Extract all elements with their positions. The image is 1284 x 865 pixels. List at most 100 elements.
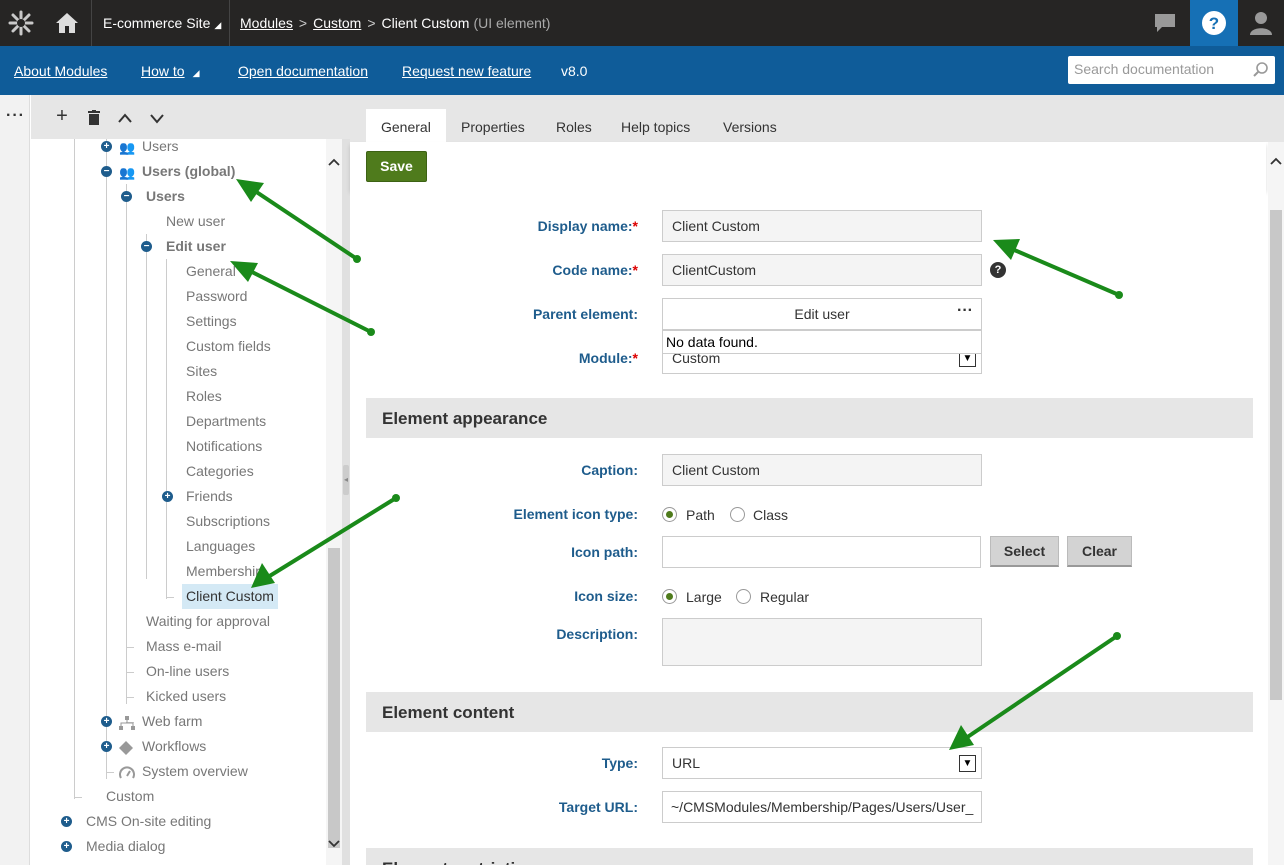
tree-node-roles[interactable]: Roles — [186, 384, 222, 409]
element-form: Display name:* Client Custom Code name:*… — [350, 190, 1266, 865]
caret-icon: ◢ — [214, 19, 222, 30]
save-button[interactable]: Save — [366, 151, 427, 182]
move-up-icon[interactable] — [114, 107, 136, 130]
expand-icon[interactable]: + — [162, 491, 173, 502]
tree-node-kicked-users[interactable]: Kicked users — [146, 684, 226, 709]
tree-node-sites[interactable]: Sites — [186, 359, 217, 384]
icon-type-class-label: Class — [753, 507, 789, 523]
tree-node-users[interactable]: Users — [142, 139, 179, 159]
parent-element-selector[interactable]: Edit user ··· — [662, 298, 982, 330]
tree-node-workflows[interactable]: Workflows — [142, 734, 206, 759]
code-name-label-text: Code name: — [552, 262, 633, 278]
tab-versions[interactable]: Versions — [708, 109, 792, 142]
more-options-icon[interactable]: ··· — [957, 302, 973, 320]
tree-node-online-users[interactable]: On-line users — [146, 659, 229, 684]
scroll-up-icon[interactable] — [326, 155, 342, 169]
breadcrumb-custom[interactable]: Custom — [313, 15, 361, 31]
how-to-link[interactable]: How to ◢ — [141, 63, 200, 79]
tree-node-friends[interactable]: Friends — [186, 484, 233, 509]
expand-icon[interactable]: + — [101, 141, 112, 152]
icon-type-class-radio[interactable] — [730, 507, 745, 522]
panel-splitter[interactable]: ◂ — [342, 139, 350, 865]
tree-node-custom-fields[interactable]: Custom fields — [186, 334, 271, 359]
breadcrumb-modules[interactable]: Modules — [240, 15, 293, 31]
expand-icon[interactable]: + — [61, 841, 72, 852]
tree-node-categories[interactable]: Categories — [186, 459, 254, 484]
tree-node-general[interactable]: General — [186, 259, 236, 284]
user-avatar-icon[interactable] — [1238, 0, 1284, 46]
home-icon[interactable] — [42, 0, 92, 46]
tree-node-languages[interactable]: Languages — [186, 534, 255, 559]
tree-node-subscriptions[interactable]: Subscriptions — [186, 509, 270, 534]
tree-node-notifications[interactable]: Notifications — [186, 434, 262, 459]
tree-node-membership[interactable]: Membership — [186, 559, 263, 584]
open-documentation-link[interactable]: Open documentation — [238, 63, 368, 79]
chat-icon[interactable] — [1142, 0, 1188, 46]
chevron-right-icon: > — [367, 15, 376, 31]
content-scroll-thumb[interactable] — [1270, 210, 1282, 700]
target-url-input[interactable]: ~/CMSModules/Membership/Pages/Users/User… — [662, 791, 982, 823]
move-down-icon[interactable] — [146, 107, 168, 130]
workflow-diamond-icon — [119, 734, 133, 759]
tree-node-edit-user[interactable]: Edit user — [166, 234, 226, 259]
chevron-down-icon[interactable]: ▼ — [959, 755, 976, 772]
type-select[interactable]: URL ▼ — [662, 747, 982, 779]
icon-path-input[interactable] — [662, 536, 981, 568]
site-selector[interactable]: E-commerce Site ◢ — [94, 0, 230, 46]
display-name-label-text: Display name: — [537, 218, 633, 234]
breadcrumb-type: (UI element) — [473, 15, 551, 31]
request-feature-link[interactable]: Request new feature — [402, 63, 531, 79]
content-scrollbar[interactable] — [1268, 142, 1284, 865]
icon-type-path-radio[interactable] — [662, 507, 677, 522]
help-icon[interactable]: ? — [1190, 0, 1238, 46]
expand-icon[interactable]: + — [101, 716, 112, 727]
delete-icon[interactable] — [83, 108, 105, 131]
tree-node-departments[interactable]: Departments — [186, 409, 266, 434]
code-name-input[interactable]: ClientCustom — [662, 254, 982, 286]
display-name-input[interactable]: Client Custom — [662, 210, 982, 242]
tree-node-settings[interactable]: Settings — [186, 309, 237, 334]
tree-node-mass-email[interactable]: Mass e-mail — [146, 634, 221, 659]
collapse-panel-icon[interactable]: ◂ — [343, 465, 349, 495]
collapse-icon[interactable]: − — [141, 241, 152, 252]
clear-button[interactable]: Clear — [1067, 536, 1132, 567]
icon-size-large-label: Large — [686, 589, 722, 605]
tree-node-system-overview[interactable]: System overview — [142, 759, 248, 784]
icon-size-regular-label: Regular — [760, 589, 810, 605]
select-button[interactable]: Select — [990, 536, 1059, 567]
tree-node-waiting-approval[interactable]: Waiting for approval — [146, 609, 270, 634]
tree-node-media-dialog[interactable]: Media dialog — [86, 834, 165, 859]
description-textarea[interactable] — [662, 618, 982, 666]
tree-scrollbar[interactable] — [326, 139, 342, 865]
module-label-text: Module: — [578, 350, 633, 366]
tab-properties[interactable]: Properties — [446, 109, 540, 142]
add-icon[interactable]: + — [51, 105, 73, 128]
tree-node-client-custom[interactable]: Client Custom — [182, 584, 278, 609]
search-icon[interactable] — [1253, 61, 1269, 80]
about-modules-link[interactable]: About Modules — [14, 63, 107, 79]
collapse-icon[interactable]: − — [101, 166, 112, 177]
tab-help-topics[interactable]: Help topics — [606, 109, 705, 142]
tree-scroll-thumb[interactable] — [328, 548, 340, 848]
tree-node-users-global[interactable]: Users (global) — [142, 159, 235, 184]
tab-general[interactable]: General — [366, 109, 446, 142]
tree-node-custom[interactable]: Custom — [106, 784, 154, 809]
help-icon[interactable]: ? — [990, 262, 1006, 278]
icon-size-large-radio[interactable] — [662, 589, 677, 604]
icon-size-regular-radio[interactable] — [736, 589, 751, 604]
expand-icon[interactable]: + — [101, 741, 112, 752]
expand-icon[interactable]: + — [61, 816, 72, 827]
tab-roles[interactable]: Roles — [541, 109, 607, 142]
tree-node-cms-onsite-editing[interactable]: CMS On-site editing — [86, 809, 211, 834]
tree-node-new-user[interactable]: New user — [166, 209, 225, 234]
tree-node-web-farm[interactable]: Web farm — [142, 709, 202, 734]
scroll-down-icon[interactable] — [326, 837, 342, 851]
scroll-up-icon[interactable] — [1268, 154, 1284, 168]
more-options-icon[interactable]: ··· — [6, 107, 25, 125]
collapse-icon[interactable]: − — [121, 191, 132, 202]
caption-input[interactable]: Client Custom — [662, 454, 982, 486]
app-logo-icon[interactable] — [0, 0, 42, 46]
tree-node-password[interactable]: Password — [186, 284, 247, 309]
search-input[interactable]: Search documentation — [1068, 56, 1275, 84]
tree-node-users-sub[interactable]: Users — [146, 184, 185, 209]
